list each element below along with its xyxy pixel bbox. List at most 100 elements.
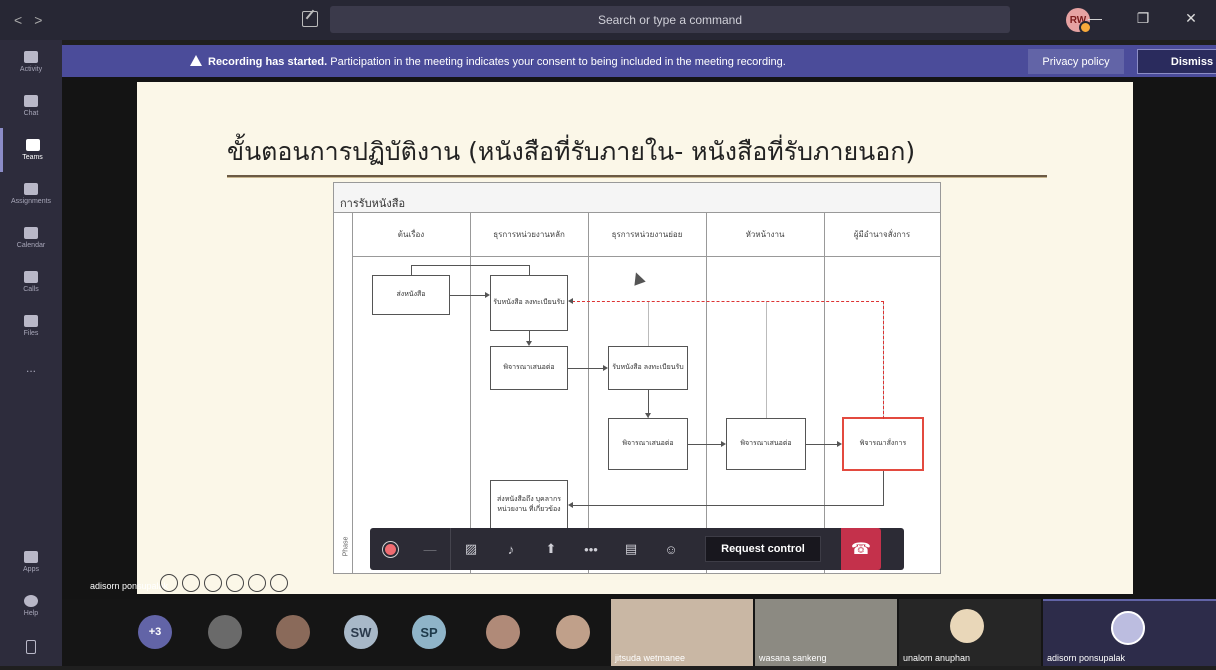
lane-divider (824, 213, 825, 573)
rail-item-calls[interactable]: Calls (0, 260, 62, 304)
participant-name: wasana sankeng (759, 653, 827, 663)
flow-arrowhead (721, 441, 726, 447)
overflow-participants-button[interactable]: +3 (138, 615, 172, 649)
flow-box-order: พิจารณาสั่งการ (842, 417, 924, 471)
search-input[interactable]: Search or type a command (330, 6, 1010, 33)
participant-name: adisorn ponsupalak (1047, 653, 1126, 663)
connector-line (766, 301, 767, 419)
rail-item-chat[interactable]: Chat (0, 84, 62, 128)
chat-icon[interactable]: ▤ (611, 528, 651, 570)
share-screen-icon[interactable]: ⬆ (531, 528, 571, 570)
title-bar: < > Search or type a command RW — ❐ ✕ (0, 0, 1216, 40)
flow-box-consider-sub: พิจารณาเสนอต่อ (608, 418, 688, 470)
participant-avatar[interactable] (486, 615, 520, 649)
apps-icon (24, 551, 38, 563)
rail-item-label: Assignments (10, 198, 52, 205)
dismiss-button[interactable]: Dismiss (1137, 49, 1216, 74)
rail-item-teams[interactable]: Teams (0, 128, 62, 172)
flowchart-header: การรับหนังสือ (334, 183, 940, 213)
help-icon (24, 595, 38, 607)
calendar-icon (24, 227, 38, 239)
lane-divider (352, 213, 353, 573)
device-icon[interactable] (0, 626, 62, 670)
rail-item-label: Activity (19, 66, 43, 73)
tool-icon[interactable] (160, 574, 178, 592)
mic-off-icon[interactable]: ♪ (491, 528, 531, 570)
flow-arrowhead (603, 365, 608, 371)
rail-item-files[interactable]: Files (0, 304, 62, 348)
back-arrow-icon[interactable]: < (14, 12, 22, 28)
tool-icon[interactable] (204, 574, 222, 592)
participant-strip: +3 SW SP jitsuda wetmanee wasana sankeng… (62, 599, 1216, 666)
flow-arrow (529, 265, 530, 275)
participant-avatar[interactable]: SP (412, 615, 446, 649)
request-control-button[interactable]: Request control (705, 536, 821, 562)
flow-arrow (572, 505, 884, 506)
rail-item-apps[interactable]: Apps (0, 540, 62, 584)
flow-box-send: ส่งหนังสือ (372, 275, 450, 315)
rail-item-help[interactable]: Help (0, 584, 62, 628)
forward-arrow-icon[interactable]: > (34, 12, 42, 28)
flow-arrow (648, 390, 649, 414)
rail-item-label: Help (23, 610, 39, 617)
files-icon (24, 315, 38, 327)
minimize-icon[interactable]: — (1086, 10, 1104, 27)
rail-item-label: Apps (23, 566, 39, 573)
chat-icon (24, 95, 38, 107)
device-icon (26, 639, 36, 654)
rail-item-calendar[interactable]: Calendar (0, 216, 62, 260)
more-actions-icon[interactable]: ••• (571, 528, 611, 570)
rail-item-label: Calendar (16, 242, 46, 249)
rail-item-label: Teams (22, 154, 43, 161)
app-rail: Activity Chat Teams Assignments Calendar… (0, 40, 62, 666)
flow-arrow (568, 368, 604, 369)
flow-arrow (688, 444, 722, 445)
phase-label: Phase (342, 536, 350, 557)
flow-arrow (883, 471, 884, 505)
hang-up-button[interactable]: ☎ (841, 528, 881, 570)
self-video-tile[interactable]: adisorn ponsupalak (1043, 599, 1216, 666)
teams-icon (25, 139, 40, 151)
participant-avatar[interactable]: SW (344, 615, 378, 649)
flow-arrowhead (526, 341, 532, 346)
flow-box-consider-head: พิจารณาเสนอต่อ (726, 418, 806, 470)
slide-title: ขั้นตอนการปฏิบัติงาน (หนังสือที่รับภายใน… (227, 137, 916, 166)
banner-message: Recording has started. Participation in … (190, 54, 786, 68)
return-dashed-line (572, 301, 884, 302)
rail-item-assignments[interactable]: Assignments (0, 172, 62, 216)
compose-icon[interactable] (302, 11, 318, 27)
lane-divider (470, 213, 471, 573)
participant-video-tile[interactable]: jitsuda wetmanee (611, 599, 753, 666)
tool-icon[interactable] (270, 574, 288, 592)
close-icon[interactable]: ✕ (1182, 10, 1200, 27)
slide-divider (227, 175, 1047, 178)
recording-indicator[interactable] (370, 528, 410, 570)
participant-avatar[interactable] (556, 615, 590, 649)
rail-item-activity[interactable]: Activity (0, 40, 62, 84)
return-dashed-line (883, 301, 884, 419)
rail-item-label: Files (23, 330, 39, 337)
participants-icon[interactable]: ☺ (651, 528, 691, 570)
presenter-name: adisorn ponsupalak (90, 581, 169, 591)
flow-arrow (411, 265, 412, 275)
phone-icon (24, 271, 38, 283)
lane-header: ผู้มีอำนาจสั่งการ (824, 213, 940, 257)
tool-icon[interactable] (182, 574, 200, 592)
participant-video-tile[interactable]: unalom anuphan (899, 599, 1041, 666)
presentation-slide: ขั้นตอนการปฏิบัติงาน (หนังสือที่รับภายใน… (137, 82, 1133, 594)
tool-icon[interactable] (248, 574, 266, 592)
privacy-policy-button[interactable]: Privacy policy (1028, 49, 1124, 74)
participant-video-tile[interactable]: wasana sankeng (755, 599, 897, 666)
flow-arrowhead (837, 441, 842, 447)
participant-avatar[interactable] (208, 615, 242, 649)
tool-icon[interactable] (226, 574, 244, 592)
flow-box-consider-main: พิจารณาเสนอต่อ (490, 346, 568, 390)
participant-avatar[interactable] (276, 615, 310, 649)
lane-header: ธุรการหน่วยงานหลัก (470, 213, 588, 257)
lane-divider (588, 213, 589, 573)
restore-icon[interactable]: ❐ (1134, 10, 1152, 27)
rail-item-more[interactable]: ... (0, 346, 62, 390)
camera-off-icon[interactable]: ▨ (451, 528, 491, 570)
nav-arrows: < > (14, 12, 42, 28)
call-controls: — ▨ ♪ ⬆ ••• ▤ ☺ Request control ☎ (370, 528, 904, 570)
